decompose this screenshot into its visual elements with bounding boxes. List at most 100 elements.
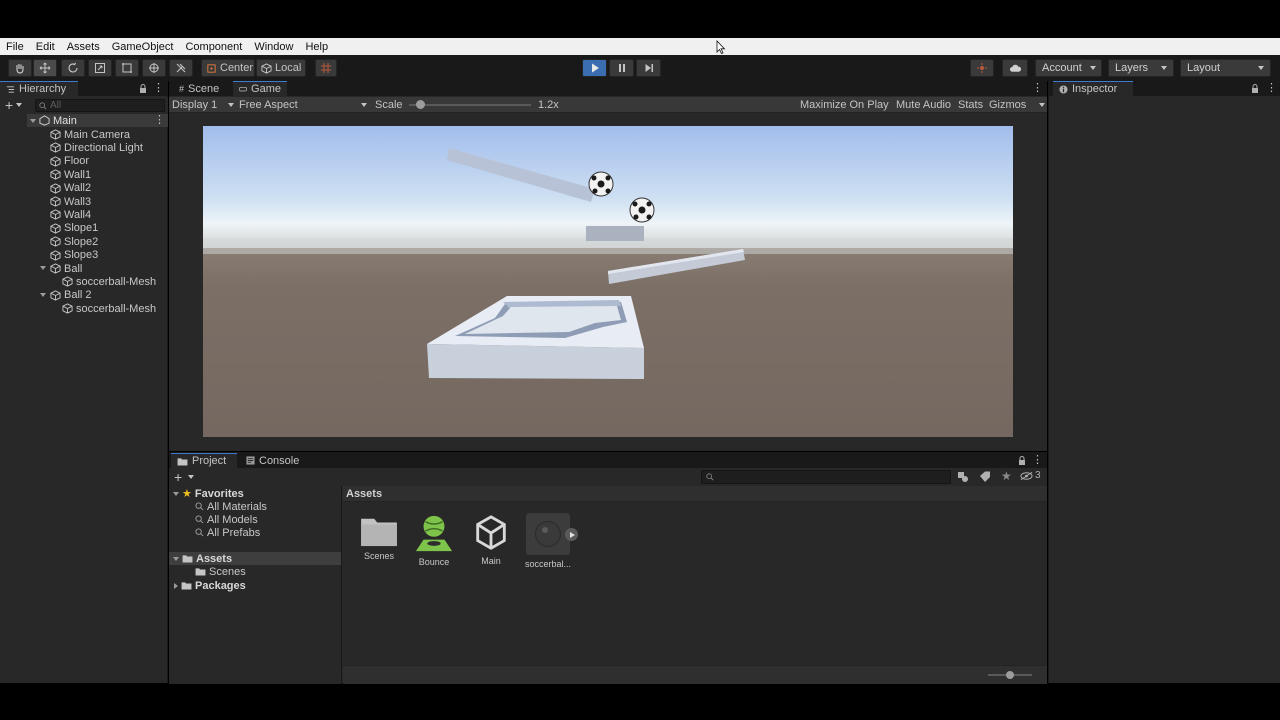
display-dropdown[interactable]: Display 1	[172, 99, 234, 111]
tab-game[interactable]: Game	[233, 81, 287, 96]
tab-scene[interactable]: # Scene	[173, 81, 227, 96]
scale-slider-thumb[interactable]	[416, 100, 425, 109]
rect-tool-button[interactable]	[115, 59, 139, 77]
play-triangle-icon	[570, 531, 575, 538]
hierarchy-item[interactable]: Wall4	[50, 208, 91, 221]
search-icon	[706, 473, 714, 481]
pivot-center-button[interactable]: Center	[201, 59, 255, 77]
expand-asset-button[interactable]	[565, 528, 578, 541]
menu-window[interactable]: Window	[248, 41, 299, 53]
hierarchy-item[interactable]: Ball 2	[40, 289, 92, 302]
add-asset-icon[interactable]: +	[174, 469, 182, 485]
game-viewport[interactable]	[203, 126, 1013, 437]
rotate-tool-button[interactable]	[61, 59, 85, 77]
menu-edit[interactable]: Edit	[30, 41, 61, 53]
tab-console[interactable]: Console	[240, 453, 308, 468]
custom-tool-button[interactable]	[169, 59, 193, 77]
favorite-star-icon[interactable]: ★	[1001, 469, 1012, 483]
project-search-input[interactable]	[701, 470, 951, 484]
expand-arrow-icon[interactable]	[173, 491, 179, 496]
hierarchy-item[interactable]: Slope2	[50, 235, 98, 248]
menu-file[interactable]: File	[0, 41, 30, 53]
aspect-label: Free Aspect	[239, 98, 298, 111]
kebab-menu-icon[interactable]: ⋮	[1032, 453, 1043, 466]
kebab-menu-icon[interactable]: ⋮	[153, 81, 164, 94]
scale-tool-button[interactable]	[88, 59, 112, 77]
tab-inspector[interactable]: Inspector	[1053, 81, 1133, 96]
asset-main[interactable]: Main	[461, 514, 521, 566]
grid-snap-button[interactable]	[315, 59, 337, 77]
icon-size-slider[interactable]	[988, 671, 1032, 679]
hierarchy-item[interactable]: Slope1	[50, 222, 98, 235]
hierarchy-item[interactable]: Wall2	[50, 182, 91, 195]
scenes-folder-row[interactable]: Scenes	[195, 565, 246, 578]
menu-assets[interactable]: Assets	[61, 41, 106, 53]
pivot-local-button[interactable]: Local	[256, 59, 306, 77]
mute-audio-toggle[interactable]: Mute Audio	[893, 97, 954, 113]
assets-folder-row[interactable]: Assets	[173, 552, 232, 565]
lock-icon[interactable]	[1251, 84, 1259, 93]
menu-help[interactable]: Help	[299, 41, 334, 53]
hierarchy-item[interactable]: Directional Light	[50, 141, 143, 154]
aspect-dropdown[interactable]: Free Aspect	[239, 99, 367, 111]
hierarchy-item[interactable]: Slope3	[50, 249, 98, 262]
asset-bounce[interactable]: Bounce	[404, 513, 464, 567]
menu-component[interactable]: Component	[179, 41, 248, 53]
expand-arrow-icon[interactable]	[40, 292, 46, 297]
menu-gameobject[interactable]: GameObject	[106, 41, 180, 53]
expand-arrow-icon[interactable]	[30, 118, 36, 123]
hierarchy-search-input[interactable]: All	[35, 99, 165, 112]
fav-all-prefabs[interactable]: All Prefabs	[195, 526, 260, 539]
hierarchy-item[interactable]: soccerball-Mesh	[62, 302, 156, 315]
hierarchy-item[interactable]: Floor	[50, 155, 89, 168]
tab-hierarchy[interactable]: Hierarchy	[0, 81, 78, 96]
chevron-down-icon[interactable]	[16, 103, 22, 107]
hierarchy-item[interactable]: soccerball-Mesh	[62, 275, 156, 288]
expand-arrow-icon[interactable]	[173, 556, 179, 561]
gizmos-dropdown[interactable]: Gizmos	[989, 99, 1045, 111]
chevron-down-icon[interactable]	[188, 475, 194, 479]
cloud-button[interactable]	[1002, 59, 1028, 77]
maximize-on-play-toggle[interactable]: Maximize On Play	[797, 97, 892, 113]
asset-scenes[interactable]: Scenes	[349, 515, 409, 561]
kebab-menu-icon[interactable]: ⋮	[1266, 81, 1277, 94]
chevron-down-icon	[228, 102, 234, 107]
lock-icon[interactable]	[139, 84, 147, 93]
hierarchy-item[interactable]: Wall1	[50, 168, 91, 181]
hidden-packages-toggle[interactable]: 3	[1020, 470, 1041, 481]
asset-soccerball[interactable]: soccerbal...	[518, 513, 578, 569]
scale-slider[interactable]	[409, 100, 531, 109]
icon-size-slider-thumb[interactable]	[1006, 671, 1014, 679]
step-icon	[645, 64, 653, 72]
account-dropdown[interactable]: Account	[1035, 59, 1102, 77]
transform-tool-button[interactable]	[142, 59, 166, 77]
tab-project[interactable]: Project	[171, 453, 237, 468]
kebab-menu-icon[interactable]: ⋮	[1032, 81, 1043, 94]
hierarchy-item[interactable]: Ball	[40, 262, 82, 275]
step-button[interactable]	[636, 59, 661, 77]
play-button[interactable]	[582, 59, 607, 77]
layout-dropdown[interactable]: Layout	[1180, 59, 1271, 77]
collab-button[interactable]	[970, 59, 994, 77]
lock-icon[interactable]	[1018, 456, 1026, 465]
packages-folder-row[interactable]: Packages	[173, 579, 246, 592]
add-icon[interactable]: +	[5, 97, 13, 113]
search-by-type-icon[interactable]	[957, 471, 969, 483]
hand-tool-button[interactable]	[8, 59, 32, 77]
scene-menu-icon[interactable]: ⋮	[154, 113, 165, 126]
fav-all-models[interactable]: All Models	[195, 513, 258, 526]
tab-project-label: Project	[192, 455, 227, 467]
pause-button[interactable]	[609, 59, 634, 77]
favorites-row[interactable]: ★ Favorites	[173, 487, 244, 500]
move-tool-button[interactable]	[33, 59, 57, 77]
scene-row-main[interactable]: Main	[30, 114, 77, 127]
collapse-arrow-icon[interactable]	[174, 582, 178, 589]
stats-toggle[interactable]: Stats	[955, 97, 986, 113]
hierarchy-item[interactable]: Main Camera	[50, 128, 130, 141]
fav-all-materials[interactable]: All Materials	[195, 500, 267, 513]
layers-dropdown[interactable]: Layers	[1108, 59, 1174, 77]
hierarchy-item[interactable]: Wall3	[50, 195, 91, 208]
expand-arrow-icon[interactable]	[40, 266, 46, 270]
label-icon[interactable]	[979, 471, 991, 483]
breadcrumb-assets[interactable]: Assets	[346, 488, 382, 500]
